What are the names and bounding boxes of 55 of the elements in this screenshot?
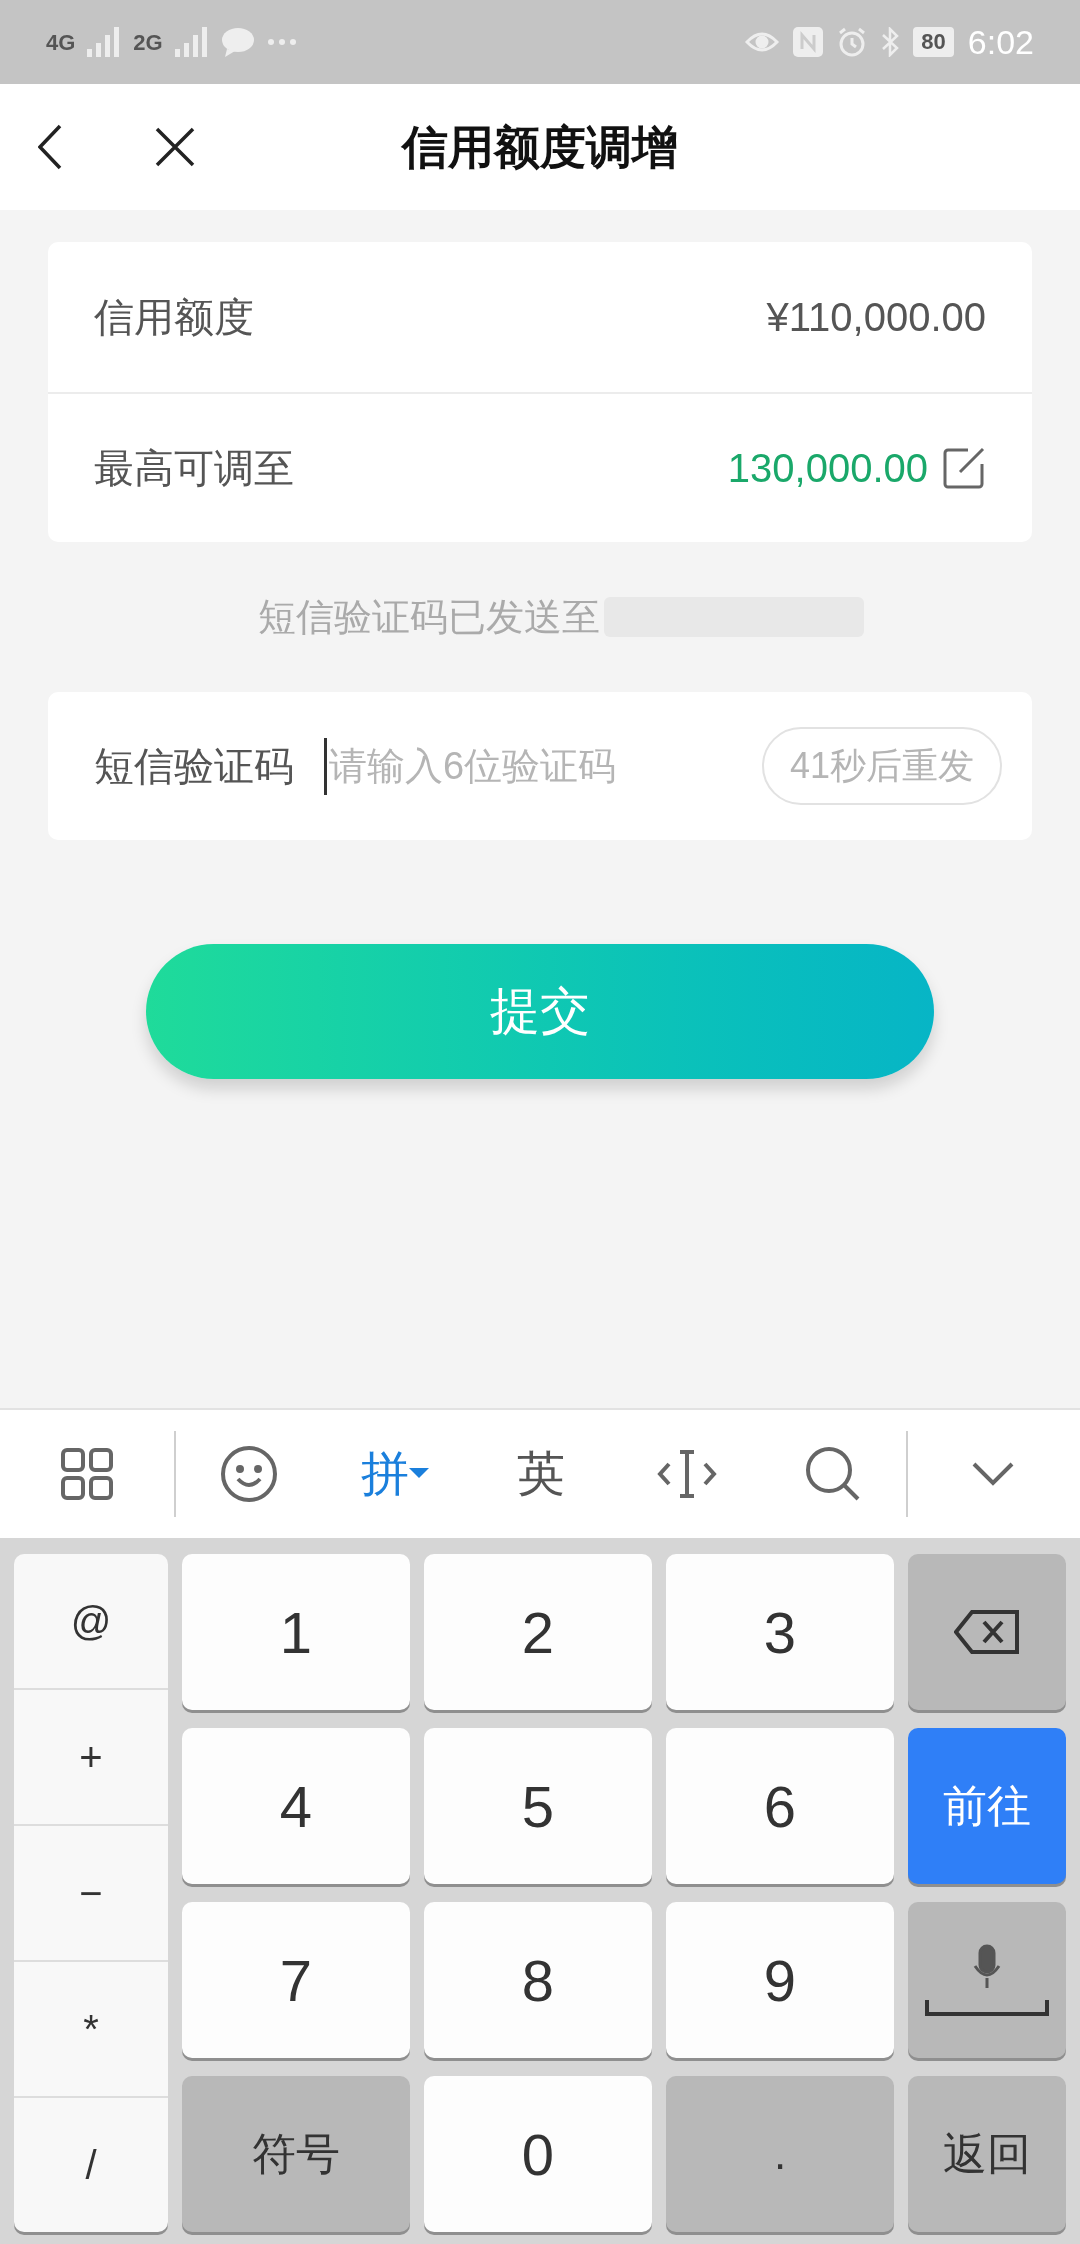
search-icon[interactable] (804, 1445, 862, 1503)
sms-notice: 短信验证码已发送至 (258, 594, 600, 640)
bluetooth-icon (881, 27, 900, 57)
row-value: ¥110,000.00 (766, 294, 986, 341)
back-icon (38, 124, 62, 170)
voice-space-key[interactable] (908, 1902, 1066, 2058)
edit-icon[interactable] (942, 446, 986, 490)
field-label: 短信验证码 (94, 743, 294, 790)
symbol-key[interactable]: − (14, 1824, 168, 1960)
function-key[interactable]: 返回 (908, 2076, 1066, 2232)
smiley-icon[interactable] (220, 1445, 278, 1503)
clock-time: 6:02 (967, 21, 1034, 63)
backspace-key[interactable] (908, 1554, 1066, 1710)
digit-key[interactable]: 4 (182, 1728, 410, 1884)
close-icon (155, 127, 195, 167)
chevron-down-icon[interactable] (972, 1462, 1014, 1486)
digit-key[interactable]: 1 (182, 1554, 410, 1710)
row-label: 最高可调至 (94, 445, 294, 492)
digit-key[interactable]: 8 (424, 1902, 652, 2058)
symbol-key[interactable]: @ (14, 1554, 168, 1688)
dropdown-icon (409, 1468, 429, 1480)
network-label: 2G (133, 28, 163, 57)
nfc-icon (793, 27, 824, 57)
digit-key[interactable]: 7 (182, 1902, 410, 2058)
dots-icon (266, 38, 297, 46)
go-key[interactable]: 前往 (908, 1728, 1066, 1884)
input-mode-tab[interactable]: 拼 (361, 1438, 429, 1510)
microphone-icon (972, 1944, 1002, 1990)
digit-key[interactable]: 0 (424, 2076, 652, 2232)
space-bar-icon (925, 1998, 1049, 2016)
symbol-key[interactable]: / (14, 2096, 168, 2232)
function-key[interactable]: 符号 (182, 2076, 410, 2232)
chat-bubble-icon (220, 27, 255, 57)
input-mode-tab[interactable]: 英 (517, 1438, 565, 1510)
symbol-key[interactable]: * (14, 1960, 168, 2096)
alarm-icon (837, 27, 868, 57)
signal-icon (174, 27, 209, 57)
grid-icon[interactable] (59, 1446, 115, 1502)
digit-key[interactable]: 9 (666, 1902, 894, 2058)
row-label: 信用额度 (94, 294, 254, 341)
digit-key[interactable]: 5 (424, 1728, 652, 1884)
digit-key[interactable]: 2 (424, 1554, 652, 1710)
network-label: 4G (46, 28, 76, 57)
digit-key[interactable]: 3 (666, 1554, 894, 1710)
code-input-field[interactable]: 请输入6位验证码 (324, 737, 732, 795)
function-key[interactable]: . (666, 2076, 894, 2232)
backspace-icon (954, 1610, 1020, 1654)
battery-indicator: 80 (913, 27, 954, 57)
symbol-key[interactable]: + (14, 1688, 168, 1824)
signal-icon (87, 27, 122, 57)
cursor-icon[interactable] (657, 1449, 717, 1499)
eye-icon (745, 30, 780, 54)
digit-key[interactable]: 6 (666, 1728, 894, 1884)
row-value: 130,000.00 (727, 445, 928, 492)
page-title: 信用额度调增 (402, 119, 678, 175)
